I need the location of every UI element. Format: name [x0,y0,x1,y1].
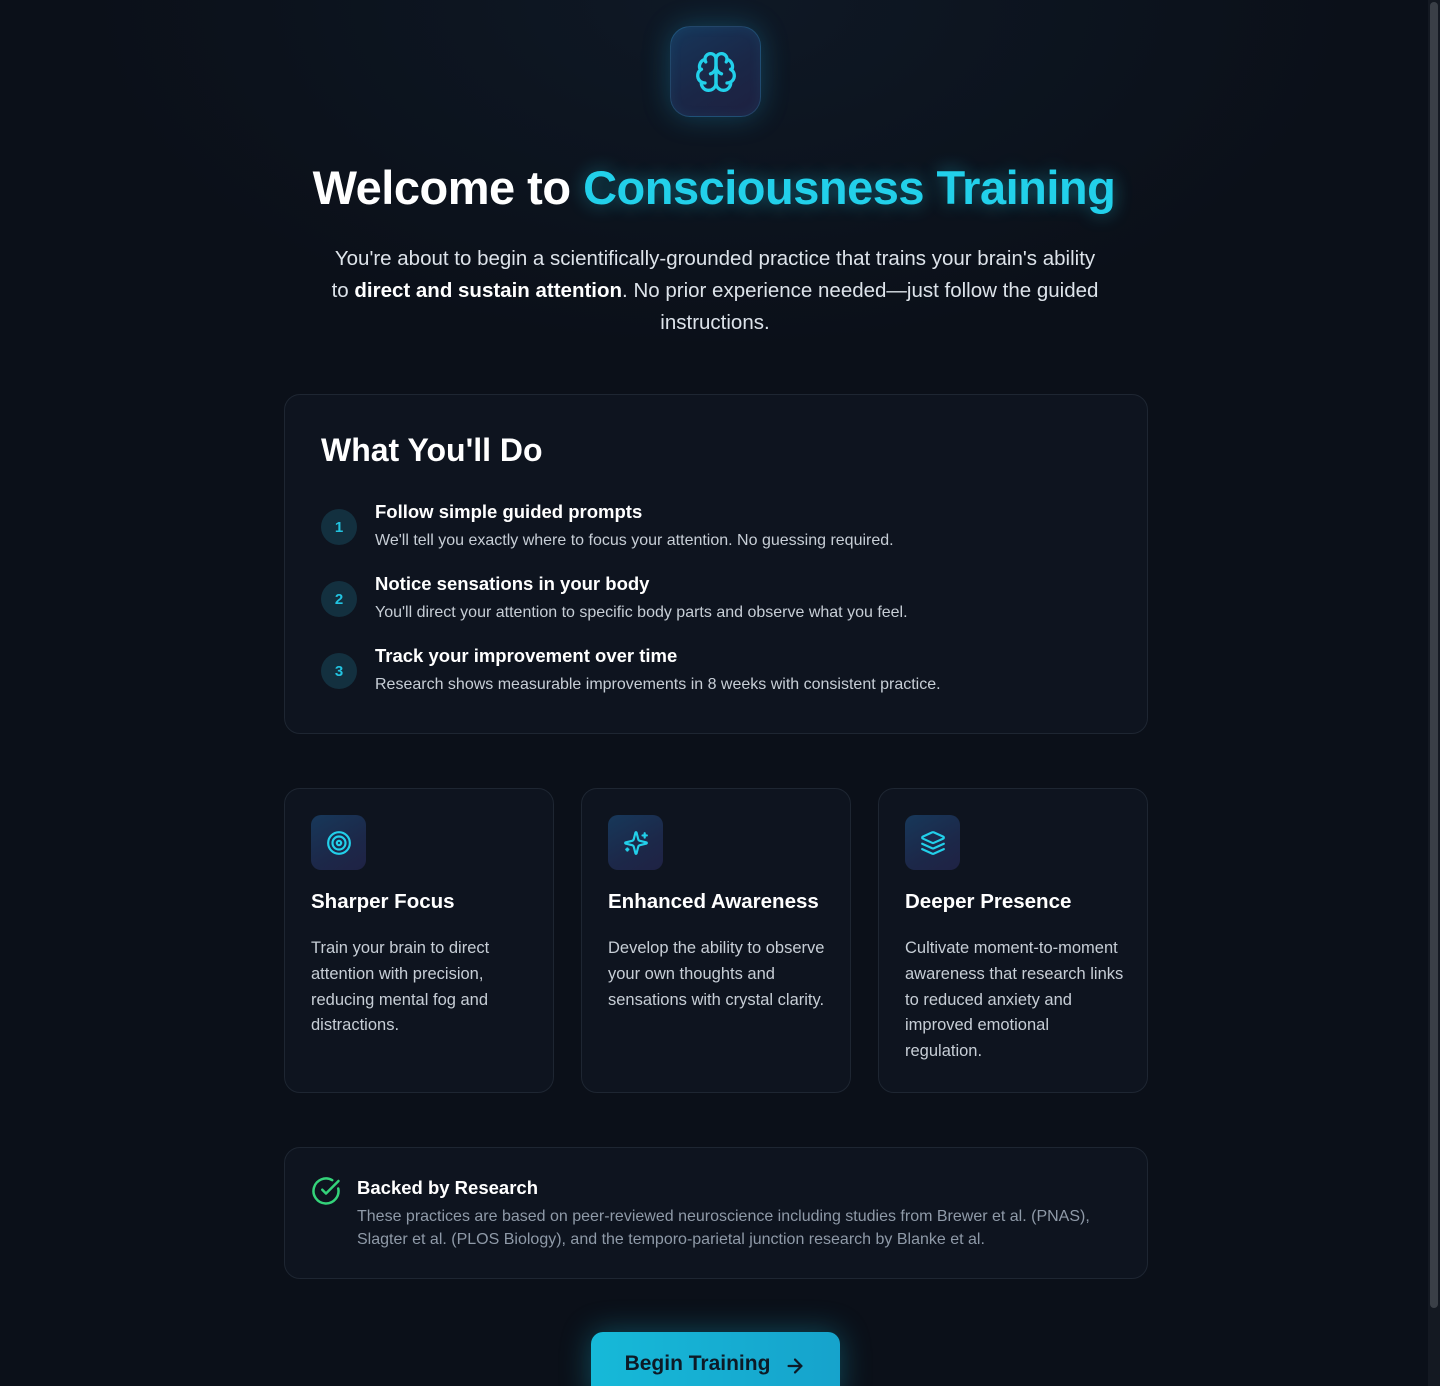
research-description: These practices are based on peer-review… [357,1208,1090,1248]
vertical-scrollbar[interactable] [1428,0,1440,1386]
arrow-right-icon [784,1355,806,1377]
check-circle-icon [312,1177,340,1205]
subtitle-emphasis: direct and sustain attention [354,279,623,302]
subtitle-part-2: . No prior experience needed—just follow… [622,279,1099,334]
begin-training-label: Begin Training [624,1352,771,1375]
research-card: Backed by Research These practices are b… [284,1147,1148,1279]
feature-icon-badge [905,815,960,870]
step-number-badge: 3 [321,653,357,689]
target-icon [326,830,351,855]
step-description: Research shows measurable improvements i… [375,676,941,693]
page-title: Welcome to Consciousness Training [0,160,1428,215]
page-subtitle: You're about to begin a scientifically-g… [330,243,1100,339]
begin-training-button[interactable]: Begin Training [591,1332,840,1386]
step-description: We'll tell you exactly where to focus yo… [375,532,894,549]
step-number-badge: 2 [321,581,357,617]
feature-icon-badge [311,815,366,870]
feature-title: Sharper Focus [311,890,455,913]
what-youll-do-card: What You'll Do 1 Follow simple guided pr… [284,394,1148,734]
brain-icon-badge [670,26,761,117]
step-title: Track your improvement over time [375,645,678,666]
feature-title: Deeper Presence [905,890,1072,913]
sparkles-icon [623,830,648,855]
feature-description: Develop the ability to observe your own … [608,939,825,1009]
feature-card-sharper-focus: Sharper Focus Train your brain to direct… [284,788,554,1093]
layers-icon [920,830,945,855]
steps-title: What You'll Do [321,432,543,468]
feature-description: Train your brain to direct attention wit… [311,939,490,1035]
feature-title: Enhanced Awareness [608,890,819,913]
scrollbar-thumb[interactable] [1430,2,1438,1308]
step-title: Follow simple guided prompts [375,501,643,522]
step-description: You'll direct your attention to specific… [375,604,908,621]
brain-icon [695,51,736,92]
step-number-badge: 1 [321,509,357,545]
feature-icon-badge [608,815,663,870]
feature-card-deeper-presence: Deeper Presence Cultivate moment-to-mome… [878,788,1148,1093]
page-title-prefix: Welcome to [312,161,584,214]
research-title: Backed by Research [357,1177,538,1198]
page-title-accent: Consciousness Training [583,161,1116,214]
feature-card-enhanced-awareness: Enhanced Awareness Develop the ability t… [581,788,851,1093]
step-title: Notice sensations in your body [375,573,650,594]
feature-description: Cultivate moment-to-moment awareness tha… [905,939,1124,1061]
